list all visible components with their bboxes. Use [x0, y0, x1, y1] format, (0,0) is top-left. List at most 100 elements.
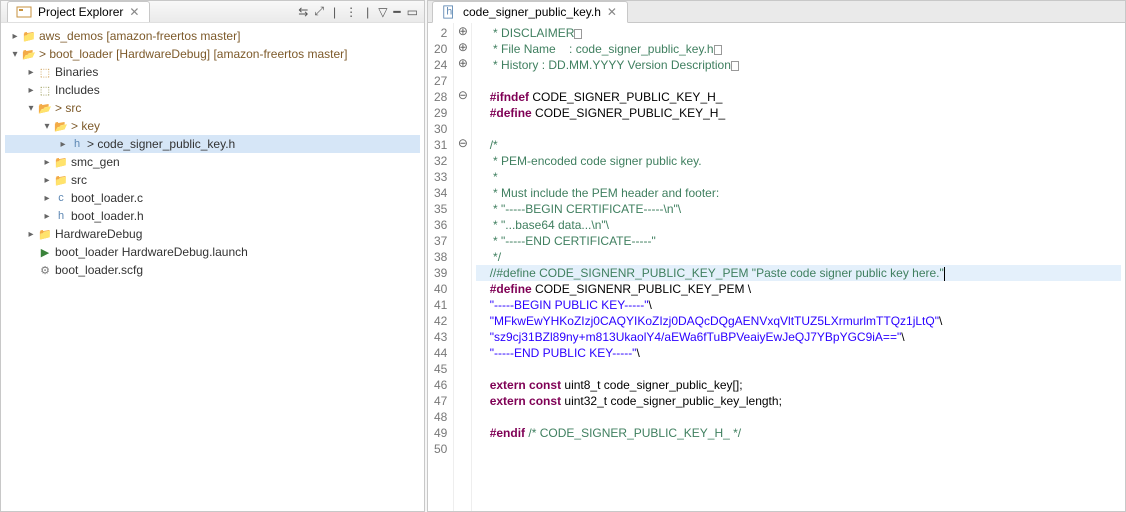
code-line[interactable]: "MFkwEwYHKoZIzj0CAQYIKoZIzj0DAQcDQgAENVx…	[476, 313, 1121, 329]
code-line[interactable]: * "-----BEGIN CERTIFICATE-----\n"\	[476, 201, 1121, 217]
close-icon[interactable]: ✕	[127, 5, 141, 19]
expander-icon[interactable]: ▸	[25, 229, 37, 240]
collapse-all-icon[interactable]: ⤢	[314, 4, 324, 19]
expander-icon[interactable]: ▸	[25, 67, 37, 78]
link-editor-icon[interactable]: ⇆	[298, 5, 308, 19]
code-line[interactable]: * "...base64 data...\n"\	[476, 217, 1121, 233]
code-line[interactable]	[476, 361, 1121, 377]
code-line[interactable]: * File Name : code_signer_public_key.h	[476, 41, 1121, 57]
code-line[interactable]: #define CODE_SIGNENR_PUBLIC_KEY_PEM \	[476, 281, 1121, 297]
line-number[interactable]: 44	[434, 345, 447, 361]
expander-icon[interactable]: ▸	[41, 157, 53, 168]
code-line[interactable]: * DISCLAIMER	[476, 25, 1121, 41]
fold-toggle[interactable]: ⊕	[454, 23, 471, 39]
fold-toggle[interactable]: ⊕	[454, 55, 471, 71]
code-line[interactable]: * History : DD.MM.YYYY Version Descripti…	[476, 57, 1121, 73]
line-number[interactable]: 29	[434, 105, 447, 121]
code-line[interactable]: *	[476, 169, 1121, 185]
expander-icon[interactable]: ▸	[9, 31, 21, 42]
code-line[interactable]: * Must include the PEM header and footer…	[476, 185, 1121, 201]
code-line[interactable]	[476, 409, 1121, 425]
expander-icon[interactable]: ▸	[41, 193, 53, 204]
folded-region-icon[interactable]	[731, 61, 739, 71]
folded-region-icon[interactable]	[714, 45, 722, 55]
line-number[interactable]: 33	[434, 169, 447, 185]
project-tree[interactable]: ▸📁aws_demos [amazon-freertos master]▾📂> …	[1, 23, 424, 511]
code-line[interactable]: * "-----END CERTIFICATE-----"	[476, 233, 1121, 249]
tree-item[interactable]: ▸📁HardwareDebug	[5, 225, 420, 243]
line-number[interactable]: 30	[434, 121, 447, 137]
code-line[interactable]: "-----END PUBLIC KEY-----"\	[476, 345, 1121, 361]
line-number[interactable]: 2	[434, 25, 447, 41]
line-number[interactable]: 20	[434, 41, 447, 57]
tree-item[interactable]: ▸⬚Binaries	[5, 63, 420, 81]
tree-item[interactable]: ▸h> code_signer_public_key.h	[5, 135, 420, 153]
line-number[interactable]: 49	[434, 425, 447, 441]
tree-item[interactable]: ▸📁smc_gen	[5, 153, 420, 171]
filter-icon[interactable]: ⋮	[345, 5, 357, 19]
code-line[interactable]: /*	[476, 137, 1121, 153]
tree-item[interactable]: ⚙boot_loader.scfg	[5, 261, 420, 279]
line-number[interactable]: 48	[434, 409, 447, 425]
line-number[interactable]: 40	[434, 281, 447, 297]
code-line[interactable]: extern const uint32_t code_signer_public…	[476, 393, 1121, 409]
line-number[interactable]: 32	[434, 153, 447, 169]
tree-item[interactable]: ▾📂> boot_loader [HardwareDebug] [amazon-…	[5, 45, 420, 63]
line-number[interactable]: 31	[434, 137, 447, 153]
code-line[interactable]: * PEM-encoded code signer public key.	[476, 153, 1121, 169]
expander-icon[interactable]: ▸	[57, 139, 69, 150]
tree-item[interactable]: ▸hboot_loader.h	[5, 207, 420, 225]
tree-item[interactable]: ▸cboot_loader.c	[5, 189, 420, 207]
line-number[interactable]: 46	[434, 377, 447, 393]
expander-icon[interactable]: ▸	[41, 211, 53, 222]
line-number[interactable]: 24	[434, 57, 447, 73]
code-area[interactable]: * DISCLAIMER * File Name : code_signer_p…	[472, 23, 1125, 511]
fold-toggle[interactable]: ⊖	[454, 87, 471, 103]
code-line[interactable]: */	[476, 249, 1121, 265]
code-line[interactable]: "sz9cj31BZl89ny+m813UkaolY4/aEWa6fTuBPVe…	[476, 329, 1121, 345]
line-number[interactable]: 50	[434, 441, 447, 457]
line-number-gutter[interactable]: 2202427282930313233343536373839404142434…	[428, 23, 454, 511]
minimize-icon[interactable]: ━	[393, 5, 400, 19]
line-number[interactable]: 28	[434, 89, 447, 105]
expander-icon[interactable]: ▸	[41, 175, 53, 186]
code-line[interactable]	[476, 121, 1121, 137]
code-line[interactable]: #ifndef CODE_SIGNER_PUBLIC_KEY_H_	[476, 89, 1121, 105]
line-number[interactable]: 47	[434, 393, 447, 409]
line-number[interactable]: 35	[434, 201, 447, 217]
tree-item[interactable]: ▸📁src	[5, 171, 420, 189]
line-number[interactable]: 41	[434, 297, 447, 313]
code-line[interactable]: #endif /* CODE_SIGNER_PUBLIC_KEY_H_ */	[476, 425, 1121, 441]
line-number[interactable]: 27	[434, 73, 447, 89]
line-number[interactable]: 36	[434, 217, 447, 233]
line-number[interactable]: 39	[434, 265, 447, 281]
expander-icon[interactable]: ▾	[41, 121, 53, 132]
line-number[interactable]: 45	[434, 361, 447, 377]
line-number[interactable]: 34	[434, 185, 447, 201]
project-explorer-tab[interactable]: Project Explorer ✕	[7, 1, 150, 22]
fold-gutter[interactable]: ⊕⊕⊕⊖⊖	[454, 23, 472, 511]
editor-tab[interactable]: h code_signer_public_key.h ✕	[432, 1, 628, 23]
tree-item[interactable]: ▶boot_loader HardwareDebug.launch	[5, 243, 420, 261]
tree-item[interactable]: ▸📁aws_demos [amazon-freertos master]	[5, 27, 420, 45]
line-number[interactable]: 43	[434, 329, 447, 345]
line-number[interactable]: 42	[434, 313, 447, 329]
tree-item[interactable]: ▸⬚Includes	[5, 81, 420, 99]
code-line[interactable]: //#define CODE_SIGNENR_PUBLIC_KEY_PEM "P…	[476, 265, 1121, 281]
code-line[interactable]	[476, 73, 1121, 89]
expander-icon[interactable]: ▾	[25, 103, 37, 114]
code-line[interactable]: extern const uint8_t code_signer_public_…	[476, 377, 1121, 393]
fold-toggle[interactable]: ⊕	[454, 39, 471, 55]
code-line[interactable]: "-----BEGIN PUBLIC KEY-----"\	[476, 297, 1121, 313]
line-number[interactable]: 37	[434, 233, 447, 249]
folded-region-icon[interactable]	[574, 29, 582, 39]
code-line[interactable]: #define CODE_SIGNER_PUBLIC_KEY_H_	[476, 105, 1121, 121]
tree-item[interactable]: ▾📂> src	[5, 99, 420, 117]
fold-toggle[interactable]: ⊖	[454, 135, 471, 151]
maximize-icon[interactable]: ▭	[407, 5, 418, 19]
expander-icon[interactable]: ▾	[9, 49, 21, 60]
expander-icon[interactable]: ▸	[25, 85, 37, 96]
code-line[interactable]	[476, 441, 1121, 457]
line-number[interactable]: 38	[434, 249, 447, 265]
close-icon[interactable]: ✕	[605, 5, 619, 19]
